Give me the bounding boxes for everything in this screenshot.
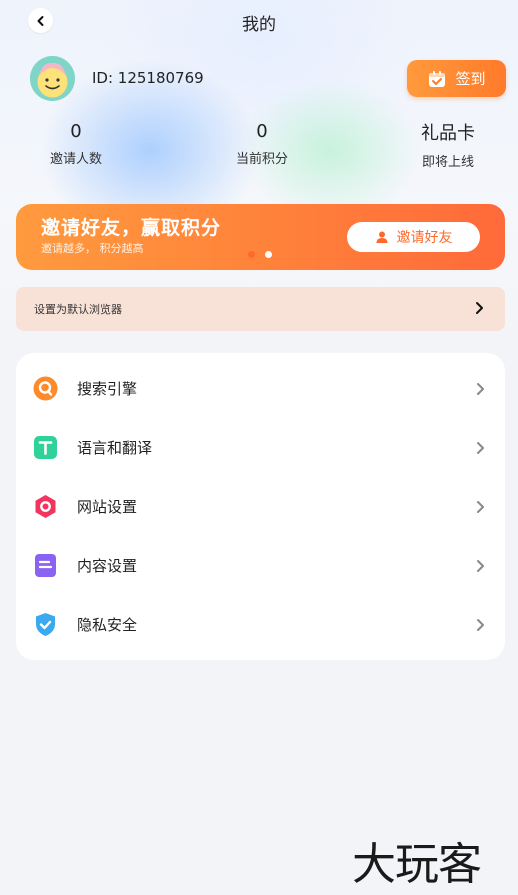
stat-label: 即将上线: [421, 155, 474, 170]
stat-points[interactable]: 0 当前积分: [207, 121, 317, 167]
banner-subtitle: 邀请越多， 积分越高: [41, 242, 144, 255]
stat-gift-card[interactable]: 礼品卡 即将上线: [393, 119, 503, 170]
pagination-dot[interactable]: [265, 251, 272, 258]
banner-pagination: [248, 251, 272, 258]
user-icon: [376, 231, 387, 243]
settings-menu: 搜索引擎 语言和翻译 网站设置 内容设置 隐私安全: [16, 353, 505, 660]
default-browser-label: 设置为默认浏览器: [34, 303, 122, 316]
chevron-right-icon: [477, 382, 484, 395]
translate-icon: [34, 436, 57, 459]
page-title: 我的: [242, 15, 276, 35]
calendar-check-icon: [429, 70, 446, 87]
checkin-label: 签到: [455, 70, 486, 88]
menu-item-language-translation[interactable]: 语言和翻译: [16, 418, 505, 477]
stat-value: 0: [70, 121, 82, 142]
menu-item-label: 隐私安全: [77, 616, 138, 634]
stat-label: 邀请人数: [49, 152, 102, 167]
invite-button-label: 邀请好友: [396, 230, 453, 246]
user-id: ID: 125180769: [92, 69, 204, 87]
menu-item-label: 搜索引擎: [77, 380, 138, 398]
privacy-shield-icon: [36, 613, 55, 636]
chevron-right-icon: [477, 441, 484, 454]
watermark-logo: 大玩客: [352, 839, 482, 890]
chevron-right-icon: [477, 618, 484, 631]
website-settings-icon: [35, 495, 56, 518]
set-default-browser-row[interactable]: 设置为默认浏览器: [16, 287, 505, 331]
stat-label: 当前积分: [235, 152, 288, 167]
checkin-button[interactable]: 签到: [407, 60, 506, 97]
menu-item-website-settings[interactable]: 网站设置: [16, 477, 505, 536]
menu-item-search-engine[interactable]: 搜索引擎: [16, 359, 505, 418]
banner-title: 邀请好友，赢取积分: [41, 217, 222, 239]
menu-item-label: 网站设置: [77, 498, 138, 516]
chevron-right-icon: [476, 302, 483, 314]
smiley-avatar-icon: [30, 56, 75, 101]
menu-item-privacy-security[interactable]: 隐私安全: [16, 595, 505, 654]
chevron-right-icon: [477, 500, 484, 513]
menu-item-label: 内容设置: [77, 557, 138, 575]
header: 我的: [0, 0, 518, 42]
stat-invited[interactable]: 0 邀请人数: [21, 121, 131, 167]
content-settings-icon: [35, 554, 56, 577]
invite-banner[interactable]: 邀请好友，赢取积分 邀请越多， 积分越高 邀请好友: [16, 204, 505, 270]
stat-value: 0: [256, 121, 268, 142]
chevron-right-icon: [477, 559, 484, 572]
invite-friends-button[interactable]: 邀请好友: [347, 222, 480, 252]
avatar[interactable]: [30, 56, 75, 101]
search-engine-icon: [33, 376, 58, 401]
pagination-dot-active[interactable]: [248, 251, 255, 258]
stat-value: 礼品卡: [421, 123, 475, 144]
menu-item-label: 语言和翻译: [77, 439, 153, 457]
menu-item-content-settings[interactable]: 内容设置: [16, 536, 505, 595]
